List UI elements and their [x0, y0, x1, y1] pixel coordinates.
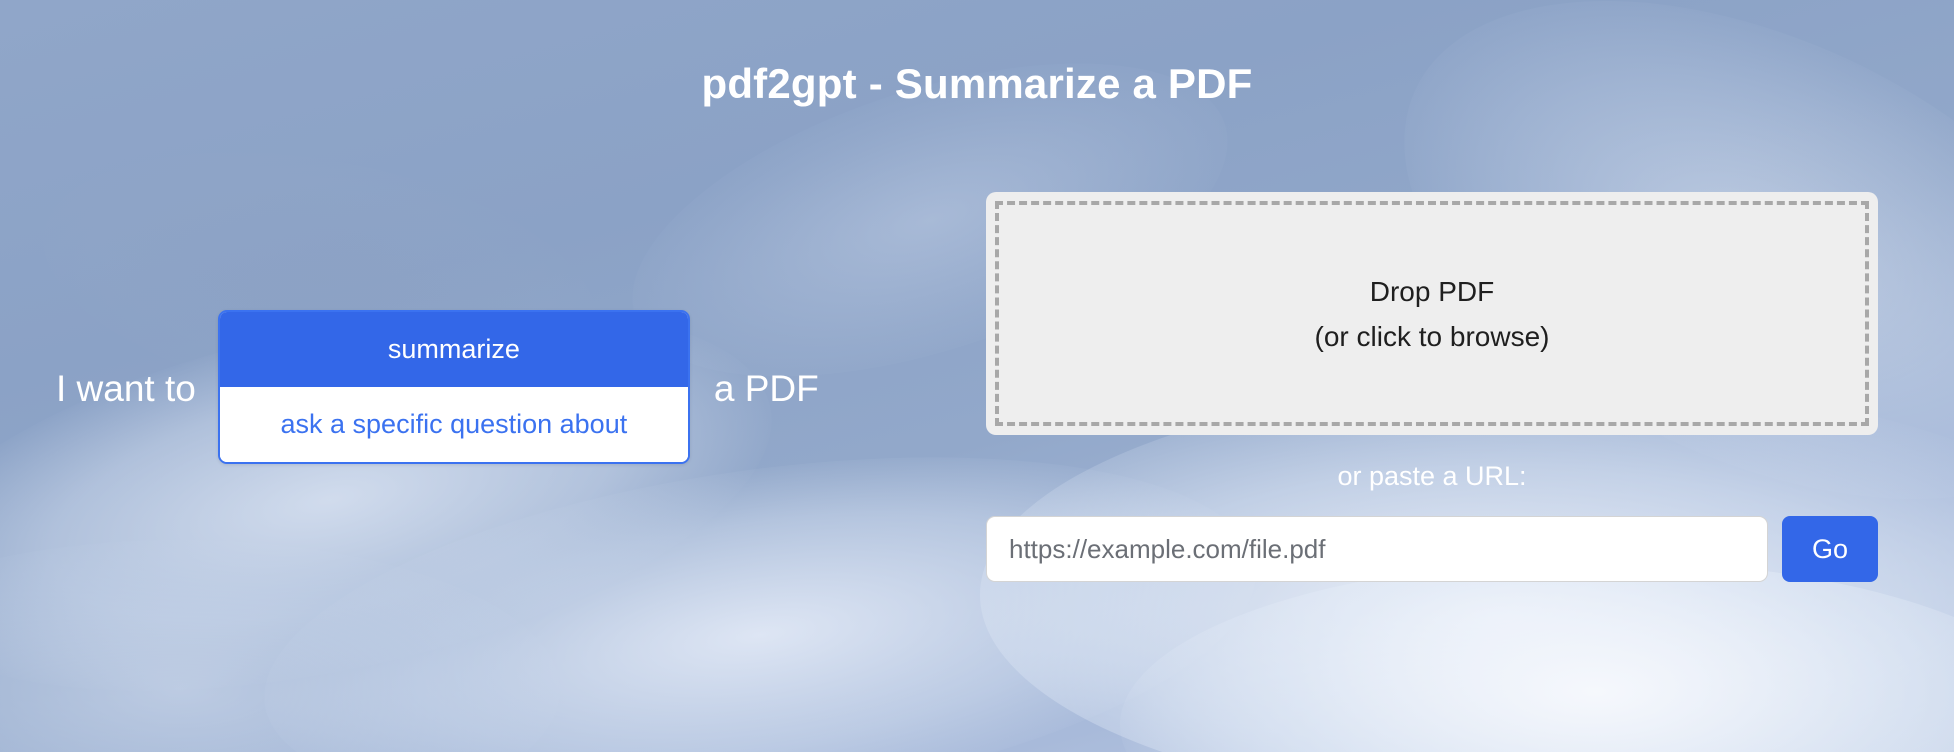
pdf-dropzone[interactable]: Drop PDF (or click to browse)	[986, 192, 1878, 435]
mode-option-ask-question[interactable]: ask a specific question about	[219, 387, 688, 462]
url-input-row: Go	[986, 516, 1878, 582]
app-root: pdf2gpt - Summarize a PDF I want to summ…	[0, 0, 1954, 752]
url-section-label: or paste a URL:	[1337, 461, 1527, 491]
mode-option-summarize[interactable]: summarize	[219, 312, 688, 387]
sentence-prefix-label: I want to	[56, 368, 196, 409]
dropzone-primary-label: Drop PDF	[1369, 275, 1495, 307]
go-button[interactable]: Go	[1782, 516, 1878, 582]
url-input[interactable]	[986, 516, 1768, 582]
upload-panel: Drop PDF (or click to browse) or paste a…	[986, 192, 1878, 582]
sentence-suffix-label: a PDF	[713, 368, 819, 409]
pdf-dropzone-inner: Drop PDF (or click to browse)	[995, 201, 1869, 426]
mode-select[interactable]: summarize ask a specific question about	[217, 310, 690, 464]
page-title: pdf2gpt - Summarize a PDF	[701, 60, 1253, 108]
mode-sentence: I want to summarize ask a specific quest…	[56, 310, 819, 464]
dropzone-secondary-label: (or click to browse)	[1314, 320, 1550, 352]
